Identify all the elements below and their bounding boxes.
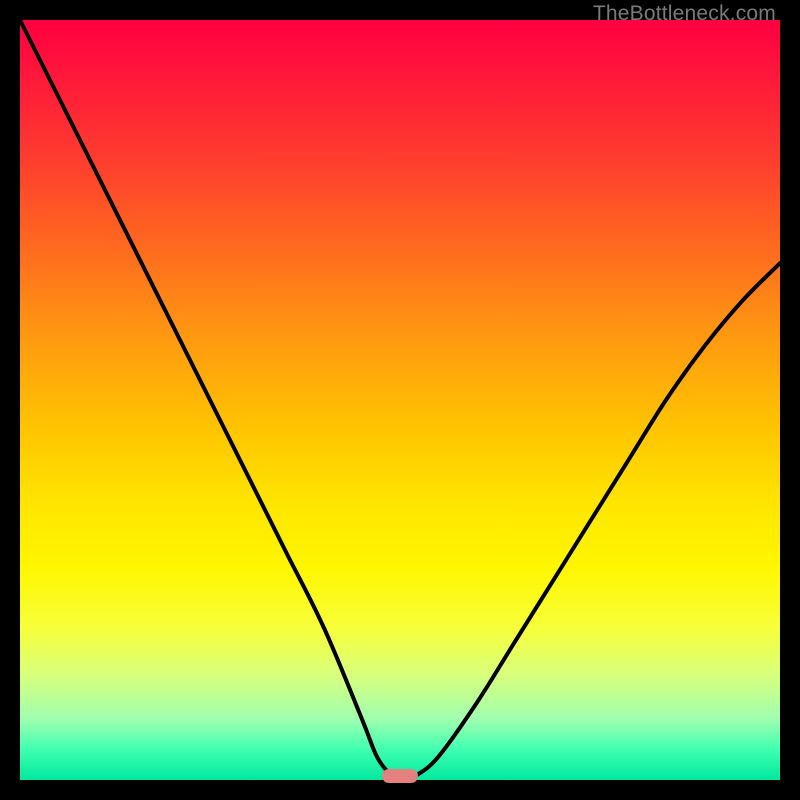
plot-area — [20, 20, 780, 780]
optimum-marker — [382, 769, 418, 783]
curve-path — [20, 20, 780, 780]
bottleneck-curve — [20, 20, 780, 780]
watermark-text: TheBottleneck.com — [593, 2, 776, 26]
chart-frame: TheBottleneck.com — [0, 0, 800, 800]
